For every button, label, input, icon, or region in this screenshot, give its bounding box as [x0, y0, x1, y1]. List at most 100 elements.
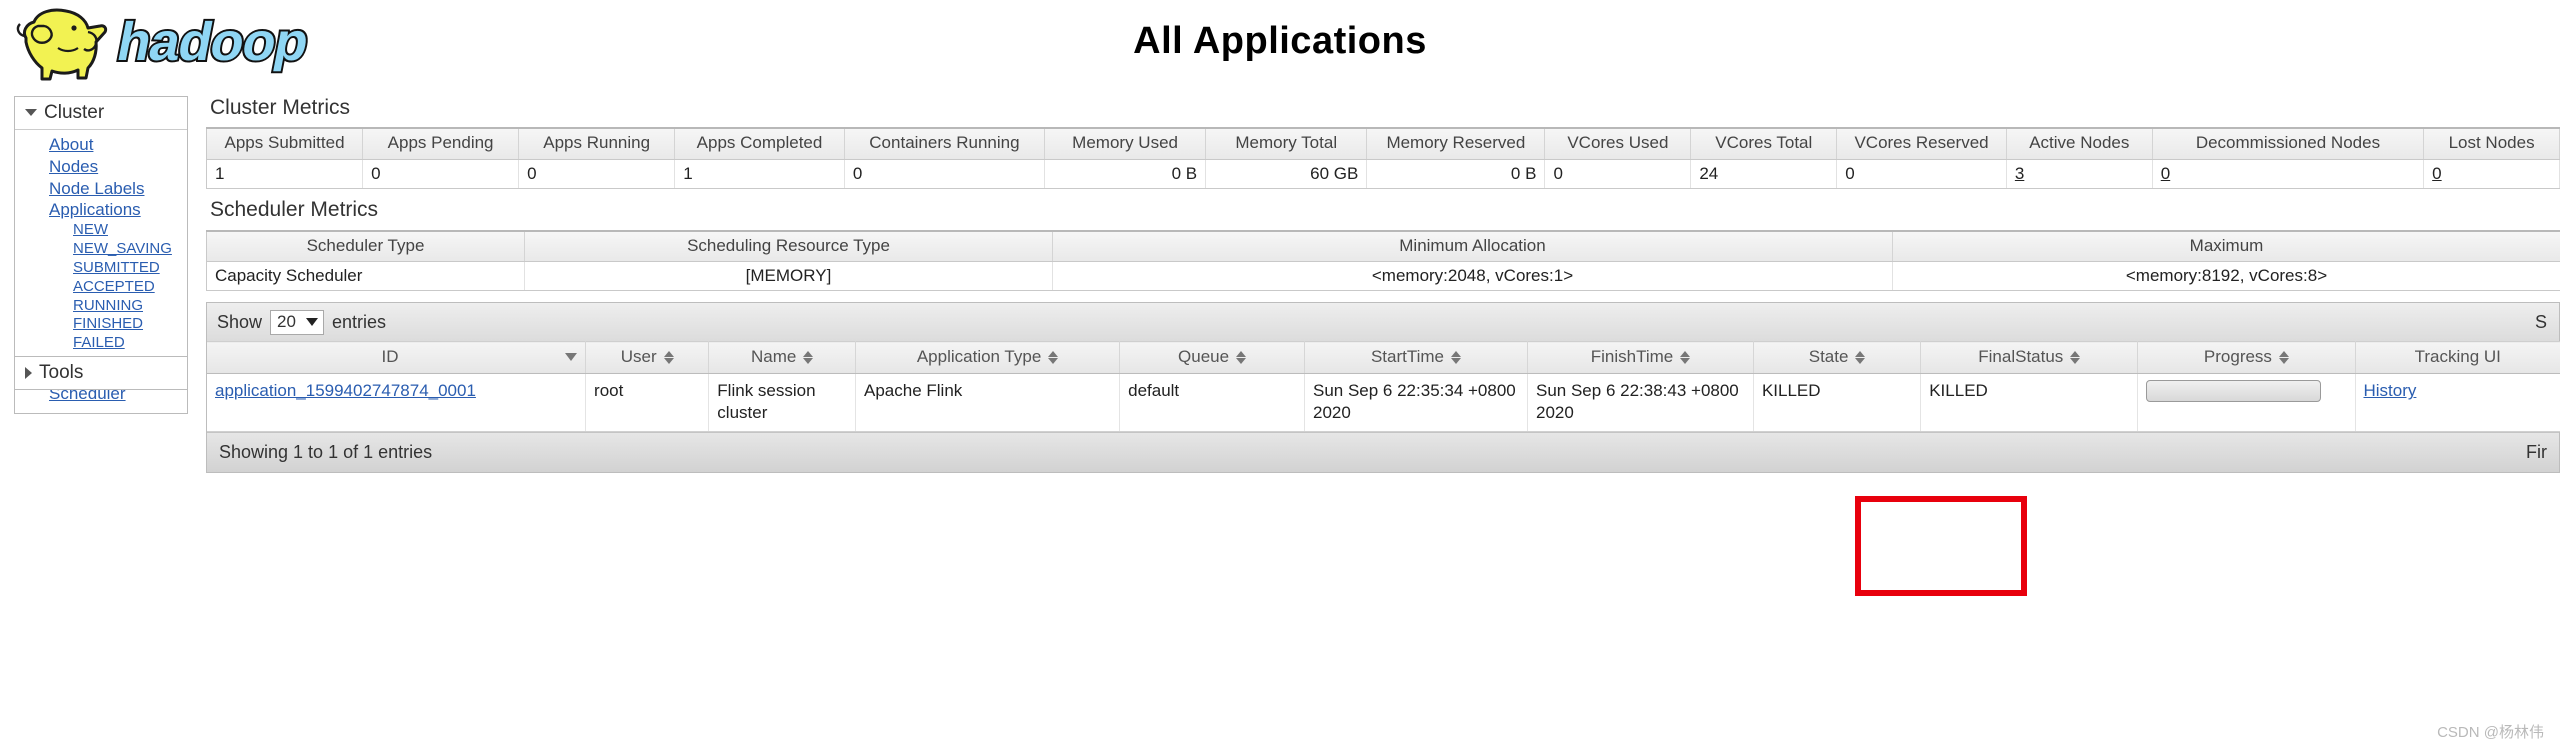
- sort-both-icon: [803, 350, 814, 365]
- sidebar-state-submitted[interactable]: SUBMITTED: [15, 259, 187, 278]
- col-memory-reserved: Memory Reserved: [1366, 128, 1546, 160]
- th-name-label: Name: [750, 347, 797, 367]
- th-finish-time[interactable]: FinishTime: [1527, 341, 1754, 375]
- cell-tracking-ui: History: [2355, 373, 2560, 432]
- search-label[interactable]: S: [2535, 312, 2549, 333]
- th-start-time-label: StartTime: [1370, 347, 1445, 367]
- col-vcores-reserved: VCores Reserved: [1836, 128, 2007, 160]
- sort-both-icon: [1048, 350, 1059, 365]
- sort-both-icon: [663, 350, 674, 365]
- val-scheduling-resource-type: [MEMORY]: [524, 261, 1053, 292]
- th-user[interactable]: User: [585, 341, 710, 375]
- cluster-metrics-title: Cluster Metrics: [210, 96, 351, 119]
- sidebar-item-nodes[interactable]: Nodes: [15, 156, 187, 178]
- col-maximum-allocation: Maximum: [1892, 230, 2560, 263]
- col-memory-used: Memory Used: [1044, 128, 1207, 160]
- col-apps-submitted: Apps Submitted: [206, 128, 364, 160]
- th-progress-label: Progress: [2203, 347, 2272, 367]
- sidebar-tools-label: Tools: [39, 362, 84, 383]
- sidebar-item-about[interactable]: About: [15, 134, 187, 156]
- cluster-metrics-header-row: Apps Submitted Apps Pending Apps Running…: [206, 128, 2560, 160]
- val-maximum-allocation: <memory:8192, vCores:8>: [1892, 261, 2560, 292]
- sidebar-item-applications[interactable]: Applications: [15, 199, 187, 221]
- th-finish-time-label: FinishTime: [1590, 347, 1674, 367]
- show-label: Show: [217, 311, 263, 332]
- th-name[interactable]: Name: [708, 341, 857, 375]
- th-queue[interactable]: Queue: [1119, 341, 1305, 375]
- sidebar-tools-panel[interactable]: Tools: [14, 356, 188, 390]
- val-apps-pending: 0: [362, 159, 520, 189]
- val-memory-reserved: 0 B: [1366, 159, 1546, 189]
- th-progress[interactable]: Progress: [2137, 341, 2356, 375]
- sidebar-state-finished[interactable]: FINISHED: [15, 315, 187, 334]
- sidebar-cluster-header[interactable]: Cluster: [15, 97, 187, 130]
- val-scheduler-type: Capacity Scheduler: [206, 261, 525, 292]
- sidebar-state-new[interactable]: NEW: [15, 221, 187, 240]
- main-content: Cluster Metrics Apps Submitted Apps Pend…: [206, 96, 2560, 473]
- applications-header-row: ID User Name Application Type Queue Star…: [207, 341, 2560, 375]
- th-state[interactable]: State: [1753, 341, 1922, 375]
- cell-application-type: Apache Flink: [855, 373, 1121, 432]
- cell-id: application_1599402747874_0001: [207, 373, 587, 432]
- th-tracking-ui-label: Tracking UI: [2414, 347, 2501, 367]
- col-scheduler-type: Scheduler Type: [206, 230, 525, 263]
- sidebar-item-node-labels[interactable]: Node Labels: [15, 178, 187, 200]
- val-vcores-total: 24: [1690, 159, 1838, 189]
- cell-finish-time: Sun Sep 6 22:38:43 +0800 2020: [1527, 373, 1754, 432]
- cell-queue: default: [1119, 373, 1305, 432]
- sort-both-icon: [1855, 350, 1866, 365]
- page-length-select[interactable]: 20: [270, 309, 324, 335]
- val-decommissioned-nodes: 0: [2152, 159, 2425, 189]
- th-application-type[interactable]: Application Type: [855, 341, 1121, 375]
- watermark: CSDN @杨林伟: [2437, 724, 2544, 741]
- col-containers-running: Containers Running: [844, 128, 1046, 160]
- cluster-metrics-value-row: 1 0 0 1 0 0 B 60 GB 0 B 0 24 0 3 0 0: [206, 159, 2560, 189]
- sidebar-tools-header[interactable]: Tools: [15, 357, 187, 389]
- val-apps-running: 0: [518, 159, 676, 189]
- th-id-label: ID: [381, 347, 399, 367]
- col-vcores-total: VCores Total: [1690, 128, 1838, 160]
- val-memory-total: 60 GB: [1205, 159, 1368, 189]
- cell-name: Flink session cluster: [708, 373, 857, 432]
- val-memory-used: 0 B: [1044, 159, 1207, 189]
- page-length-value: 20: [277, 311, 296, 331]
- scheduler-metrics-value-row: Capacity Scheduler [MEMORY] <memory:2048…: [206, 261, 2560, 292]
- cluster-metrics-table: Apps Submitted Apps Pending Apps Running…: [206, 127, 2560, 189]
- datatable-length-control: Show 20 entries: [217, 309, 386, 335]
- table-row[interactable]: application_1599402747874_0001 root Flin…: [207, 373, 2560, 432]
- lost-nodes-link[interactable]: 0: [2432, 164, 2441, 183]
- th-user-label: User: [620, 347, 657, 367]
- sort-both-icon: [1451, 350, 1462, 365]
- col-active-nodes: Active Nodes: [2006, 128, 2153, 160]
- chevron-right-icon: [25, 366, 32, 379]
- active-nodes-link[interactable]: 3: [2015, 164, 2024, 183]
- tracking-ui-history-link[interactable]: History: [2364, 381, 2417, 400]
- sidebar-state-accepted[interactable]: ACCEPTED: [15, 278, 187, 297]
- cell-final-status: KILLED: [1920, 373, 2139, 432]
- application-id-link[interactable]: application_1599402747874_0001: [215, 381, 476, 400]
- th-tracking-ui[interactable]: Tracking UI: [2355, 341, 2560, 375]
- scheduler-metrics-header-row: Scheduler Type Scheduling Resource Type …: [206, 230, 2560, 263]
- applications-table: ID User Name Application Type Queue Star…: [207, 341, 2560, 432]
- sidebar-state-new-saving[interactable]: NEW_SAVING: [15, 240, 187, 259]
- sidebar-state-running[interactable]: RUNNING: [15, 297, 187, 316]
- sidebar-state-failed[interactable]: FAILED: [15, 334, 187, 353]
- sidebar-cluster-label: Cluster: [44, 102, 105, 123]
- decommissioned-nodes-link[interactable]: 0: [2161, 164, 2170, 183]
- page-title: All Applications: [1133, 20, 1427, 62]
- th-id[interactable]: ID: [207, 341, 587, 375]
- sort-both-icon: [2070, 350, 2081, 365]
- sort-both-icon: [1680, 350, 1691, 365]
- col-memory-total: Memory Total: [1205, 128, 1368, 160]
- val-containers-running: 0: [844, 159, 1046, 189]
- th-start-time[interactable]: StartTime: [1304, 341, 1529, 375]
- col-decommissioned-nodes: Decommissioned Nodes: [2152, 128, 2425, 160]
- datatable-paginate[interactable]: Fir: [2526, 442, 2547, 463]
- val-apps-completed: 1: [674, 159, 845, 189]
- th-queue-label: Queue: [1178, 347, 1230, 367]
- col-vcores-used: VCores Used: [1544, 128, 1692, 160]
- th-final-status[interactable]: FinalStatus: [1920, 341, 2139, 375]
- cell-progress: [2137, 373, 2356, 432]
- scheduler-metrics-title: Scheduler Metrics: [210, 197, 379, 221]
- val-vcores-used: 0: [1544, 159, 1692, 189]
